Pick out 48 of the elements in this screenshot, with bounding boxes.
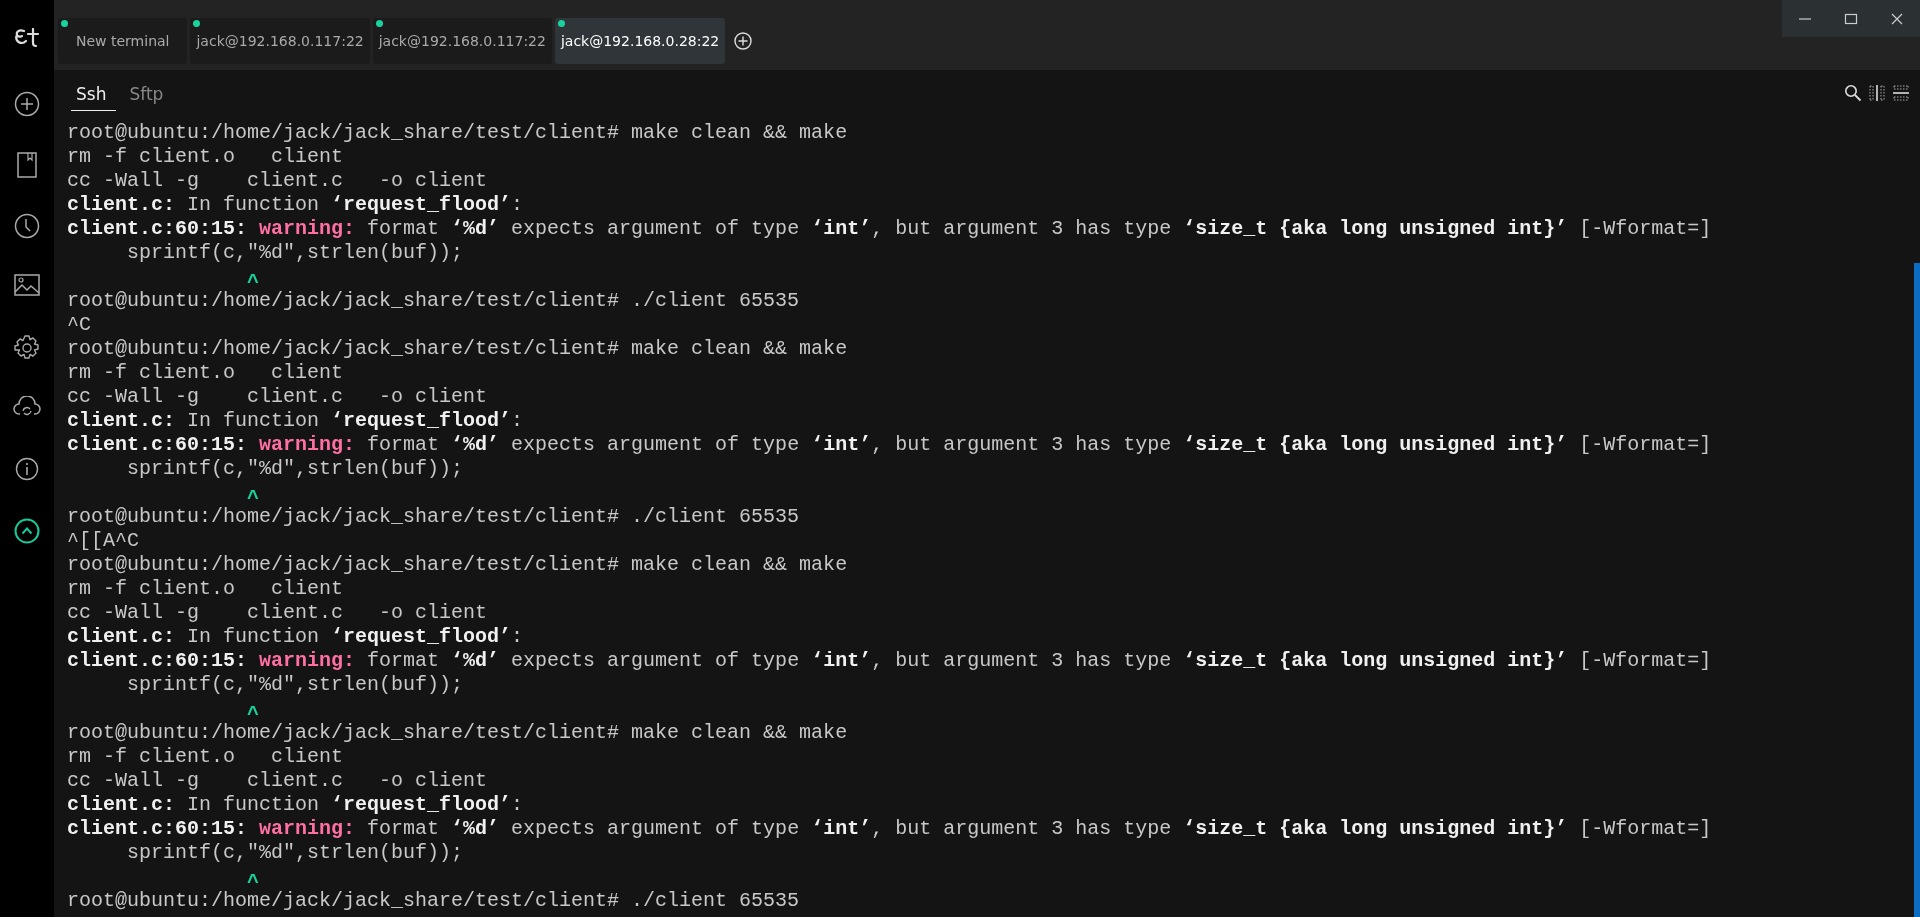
bookmark-icon[interactable]: [17, 152, 37, 178]
terminal-line: client.c: In function ‘request_flood’:: [67, 409, 524, 432]
terminal-line: client.c:60:15: warning: format ‘%d’ expects argument of type ‘int’, but argument 3 has type ‘size_t {aka long unsigned int}’ [-Wformat=]: [67, 649, 1712, 672]
terminal-line: client.c:60:15: warning: format ‘%d’ expects argument of type ‘int’, but argument 3 has type ‘size_t {aka long unsigned int}’ [-Wformat=]: [67, 433, 1712, 456]
terminal-line: rm -f client.o client: [67, 145, 344, 168]
view-tab[interactable]: Sftp: [124, 80, 174, 111]
terminal-tab[interactable]: jack@192.168.0.28:22: [554, 18, 726, 64]
terminal-line: client.c: In function ‘request_flood’:: [67, 193, 524, 216]
terminal-line: ^C: [67, 313, 91, 336]
logo-icon: [14, 28, 40, 48]
split-horizontal-icon[interactable]: [1892, 84, 1910, 102]
terminal-line: cc -Wall -g client.c -o client: [67, 601, 488, 624]
settings-icon[interactable]: [14, 335, 40, 361]
split-vertical-icon[interactable]: [1868, 84, 1886, 102]
view-tab[interactable]: Ssh: [71, 80, 117, 111]
add-icon[interactable]: [14, 91, 40, 117]
scrollbar[interactable]: [1914, 263, 1920, 917]
image-icon[interactable]: [14, 274, 40, 296]
minimize-icon: [1799, 17, 1811, 20]
terminal-line: client.c:60:15: warning: format ‘%d’ expects argument of type ‘int’, but argument 3 has type ‘size_t {aka long unsigned int}’ [-Wformat=]: [67, 217, 1712, 240]
add-tab-icon[interactable]: [734, 32, 753, 50]
terminal-line: sprintf(c,"%d",strlen(buf));: [126, 457, 464, 480]
terminal-line: ^[[A^C: [67, 529, 139, 552]
terminal-line: sprintf(c,"%d",strlen(buf));: [126, 673, 464, 696]
upgrade-icon[interactable]: [14, 518, 40, 544]
terminal-line: sprintf(c,"%d",strlen(buf));: [126, 241, 464, 264]
terminal-line: client.c: In function ‘request_flood’:: [67, 793, 524, 816]
terminal-line: root@ubuntu:/home/jack/jack_share/test/client# make clean && make: [67, 553, 848, 576]
terminal-line: cc -Wall -g client.c -o client: [67, 769, 488, 792]
terminal-tab[interactable]: jack@192.168.0.117:22: [190, 18, 370, 64]
search-icon[interactable]: [1844, 84, 1862, 102]
terminal-line: cc -Wall -g client.c -o client: [67, 385, 488, 408]
terminal-line: cc -Wall -g client.c -o client: [67, 169, 488, 192]
terminal-tab[interactable]: New terminal: [58, 18, 188, 64]
maximize-icon: [1844, 11, 1858, 26]
terminal-line: root@ubuntu:/home/jack/jack_share/test/client# make clean && make: [67, 337, 848, 360]
terminal-tab[interactable]: jack@192.168.0.117:22: [372, 18, 552, 64]
info-icon[interactable]: [15, 457, 39, 481]
terminal-line: client.c: In function ‘request_flood’:: [67, 625, 524, 648]
close-icon: [1890, 11, 1904, 26]
terminal-line: rm -f client.o client: [67, 745, 344, 768]
cloud-sync-icon[interactable]: [13, 396, 41, 418]
terminal-line: root@ubuntu:/home/jack/jack_share/test/client# make clean && make: [67, 121, 848, 144]
terminal-line: rm -f client.o client: [67, 577, 344, 600]
terminal-line: client.c:60:15: warning: format ‘%d’ expects argument of type ‘int’, but argument 3 has type ‘size_t {aka long unsigned int}’ [-Wformat=]: [67, 817, 1712, 840]
terminal-line: sprintf(c,"%d",strlen(buf));: [126, 841, 464, 864]
terminal-line: rm -f client.o client: [67, 361, 344, 384]
clock-icon[interactable]: [14, 213, 40, 239]
